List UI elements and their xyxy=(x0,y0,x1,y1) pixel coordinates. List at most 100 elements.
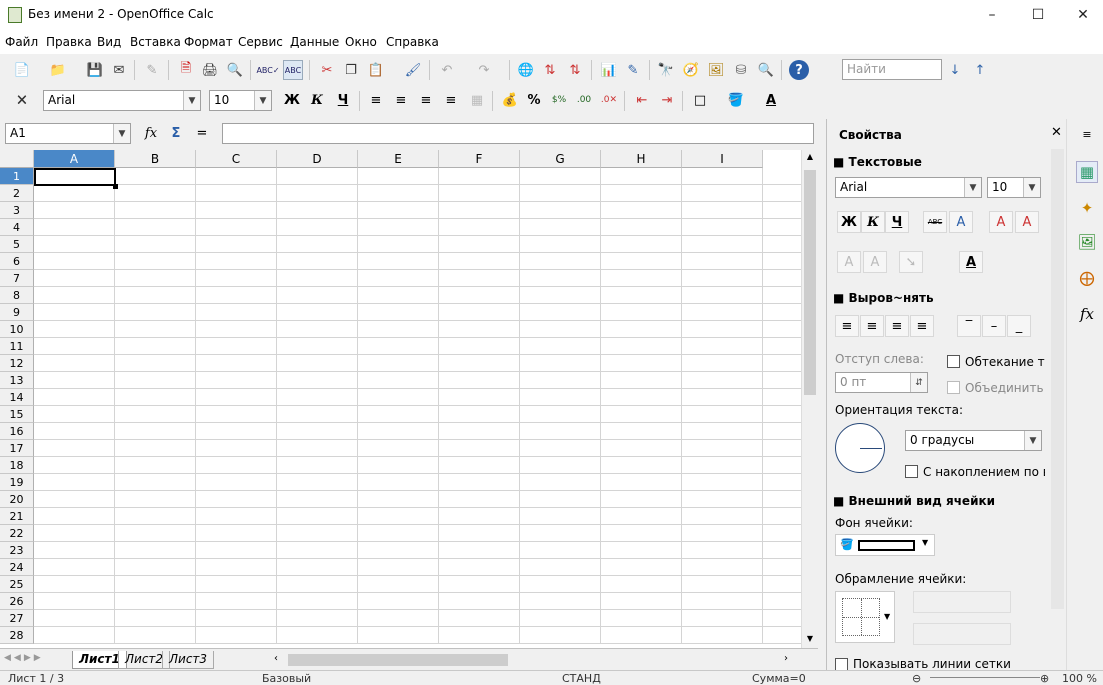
number-format-icon[interactable]: $% xyxy=(548,90,570,110)
cell[interactable] xyxy=(520,593,601,610)
spreadsheet-grid[interactable]: ABCDEFGHI 1 2 3 4 5 6 7 8 9 10 11 12 13 14 15 16 17 18 19 2… xyxy=(0,150,818,648)
cell[interactable] xyxy=(439,525,520,542)
cell[interactable] xyxy=(277,253,358,270)
cell[interactable] xyxy=(601,423,682,440)
navigator-tab-icon[interactable]: ⨁ xyxy=(1076,267,1098,289)
cell[interactable] xyxy=(115,491,196,508)
select-all-corner[interactable] xyxy=(0,150,34,168)
cell[interactable] xyxy=(196,389,277,406)
cell[interactable] xyxy=(601,389,682,406)
cell[interactable] xyxy=(601,168,682,185)
properties-tab-icon[interactable]: ▦ xyxy=(1076,161,1098,183)
close-button[interactable]: ✕ xyxy=(1060,0,1103,30)
data-sources-icon[interactable]: ⛁ xyxy=(731,60,751,80)
borders-icon[interactable]: □ xyxy=(689,90,711,110)
cell[interactable] xyxy=(277,610,358,627)
cell[interactable] xyxy=(682,304,763,321)
help-icon[interactable]: ? xyxy=(789,60,809,80)
row-header-18[interactable]: 18 xyxy=(0,457,34,474)
cell[interactable] xyxy=(358,593,439,610)
cell[interactable] xyxy=(439,287,520,304)
row-header-28[interactable]: 28 xyxy=(0,627,34,644)
cell[interactable] xyxy=(196,304,277,321)
cell[interactable] xyxy=(601,491,682,508)
cell[interactable] xyxy=(277,304,358,321)
bold-button[interactable]: Ж xyxy=(281,90,303,110)
sort-descending-icon[interactable]: ⇅ xyxy=(565,60,585,80)
cell[interactable] xyxy=(520,559,601,576)
cell[interactable] xyxy=(520,372,601,389)
cell[interactable] xyxy=(277,355,358,372)
cell[interactable] xyxy=(682,321,763,338)
chevron-down-icon[interactable]: ▼ xyxy=(1024,431,1041,450)
vertical-scroll-thumb[interactable] xyxy=(804,170,816,395)
text-section-header[interactable]: ■ Текстовые xyxy=(833,155,922,169)
cell[interactable] xyxy=(439,355,520,372)
sidebar-justify-icon[interactable]: ≡ xyxy=(910,315,934,337)
cell[interactable] xyxy=(34,576,115,593)
cell[interactable] xyxy=(358,440,439,457)
close-sidebar-icon[interactable]: ✕ xyxy=(1051,125,1062,140)
cell[interactable] xyxy=(34,270,115,287)
save-icon[interactable]: 💾 xyxy=(85,60,105,80)
cell[interactable] xyxy=(439,253,520,270)
function-wizard-button[interactable]: fx xyxy=(140,123,162,143)
row-header-2[interactable]: 2 xyxy=(0,185,34,202)
cell[interactable] xyxy=(682,253,763,270)
cell[interactable] xyxy=(358,491,439,508)
cell[interactable] xyxy=(520,406,601,423)
cell[interactable] xyxy=(682,287,763,304)
chevron-down-icon[interactable]: ▼ xyxy=(113,124,130,143)
cell[interactable] xyxy=(682,559,763,576)
formula-input[interactable] xyxy=(222,123,814,144)
cell[interactable] xyxy=(115,253,196,270)
menu-tools[interactable]: Сервис xyxy=(238,35,283,49)
cell-background-button[interactable]: 🪣 ▼ xyxy=(835,534,935,556)
row-header-24[interactable]: 24 xyxy=(0,559,34,576)
cell[interactable] xyxy=(358,219,439,236)
cell[interactable] xyxy=(682,457,763,474)
cell[interactable] xyxy=(682,474,763,491)
column-header-g[interactable]: G xyxy=(520,150,601,168)
cell[interactable] xyxy=(520,304,601,321)
cell[interactable] xyxy=(439,219,520,236)
cell[interactable] xyxy=(358,406,439,423)
sort-ascending-icon[interactable]: ⇅ xyxy=(540,60,560,80)
cell[interactable] xyxy=(520,287,601,304)
cell[interactable] xyxy=(34,372,115,389)
cell[interactable] xyxy=(439,321,520,338)
cell[interactable] xyxy=(196,406,277,423)
navigator-icon[interactable]: 🧭 xyxy=(681,60,701,80)
cell[interactable] xyxy=(196,372,277,389)
find-input[interactable]: Найти xyxy=(842,59,942,80)
delete-decimal-icon[interactable]: .0✕ xyxy=(598,90,620,110)
cell[interactable] xyxy=(277,338,358,355)
cell[interactable] xyxy=(34,508,115,525)
cell[interactable] xyxy=(682,423,763,440)
row-header-3[interactable]: 3 xyxy=(0,202,34,219)
cell[interactable] xyxy=(682,389,763,406)
cell[interactable] xyxy=(682,270,763,287)
cell[interactable] xyxy=(439,491,520,508)
cell[interactable] xyxy=(358,236,439,253)
cell[interactable] xyxy=(196,287,277,304)
menu-data[interactable]: Данные xyxy=(290,35,339,49)
cell[interactable] xyxy=(601,355,682,372)
cell[interactable] xyxy=(682,627,763,644)
horizontal-scroll-thumb[interactable] xyxy=(288,654,508,666)
chevron-down-icon[interactable]: ▼ xyxy=(254,91,271,110)
cell[interactable] xyxy=(439,440,520,457)
row-header-13[interactable]: 13 xyxy=(0,372,34,389)
scroll-up-icon[interactable]: ▲ xyxy=(804,152,816,166)
font-name-combo[interactable]: Arial ▼ xyxy=(43,90,201,111)
row-header-7[interactable]: 7 xyxy=(0,270,34,287)
gallery-icon[interactable]: 🖼 xyxy=(706,60,726,80)
zoom-in-icon[interactable]: ⊕ xyxy=(1040,672,1049,685)
cell[interactable] xyxy=(115,559,196,576)
cell[interactable] xyxy=(196,491,277,508)
cell[interactable] xyxy=(682,202,763,219)
vertical-scrollbar[interactable]: ▲ ▼ xyxy=(801,150,818,648)
column-header-h[interactable]: H xyxy=(601,150,682,168)
cell[interactable] xyxy=(277,576,358,593)
cell[interactable] xyxy=(34,474,115,491)
